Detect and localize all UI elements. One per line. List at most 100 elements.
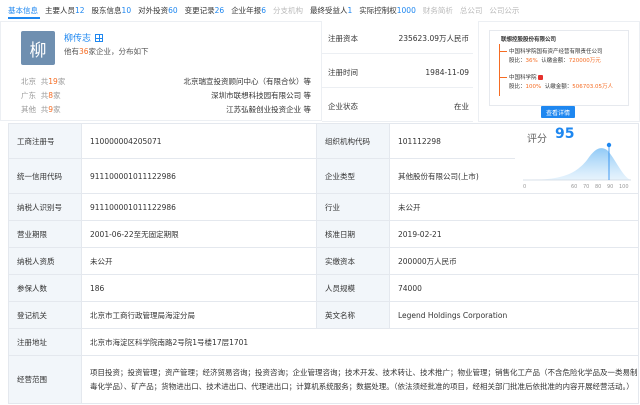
field-label: 企业类型 — [316, 158, 390, 194]
score-panel: 评分 95 0 60 70 80 90 100 — [515, 124, 638, 191]
region-name: 北京 — [21, 77, 36, 86]
region-other-company[interactable]: 江苏弘毅创业投资企业 等 — [226, 104, 311, 115]
tab-5[interactable]: 企业年报6 — [231, 5, 266, 16]
field-value: 200000万人民币 — [389, 247, 639, 275]
region-beijing-company[interactable]: 北京瑞宣投资顾问中心（有限合伙）等 — [184, 76, 312, 87]
tab-7[interactable]: 最终受益人1 — [310, 5, 352, 16]
field-label: 经营范围 — [8, 355, 82, 404]
field-value: 未公开 — [81, 247, 317, 275]
field-value: 110000004205071 — [81, 123, 317, 159]
field-label: 统一信用代码 — [8, 158, 82, 194]
distribution-area — [523, 148, 631, 180]
table-row: 注册地址 北京市海淀区科学院南路2号院1号楼17层1701 — [8, 328, 639, 356]
tick-label: 60 — [571, 184, 577, 190]
share-label: 股比： — [509, 58, 526, 64]
tick-label: 0 — [523, 184, 526, 190]
field-label: 行业 — [316, 193, 390, 221]
tab-count[interactable]: 6 — [261, 6, 266, 15]
relation-root[interactable]: 联想控股股份有限公司 — [501, 35, 556, 43]
field-value: 911100001011122986 — [81, 193, 317, 221]
expand-icon[interactable] — [95, 34, 104, 42]
person-summary-suffix: 家企业，分布如下 — [88, 47, 149, 56]
tab-count[interactable]: 26 — [215, 6, 225, 15]
relation-graph: 联想控股股份有限公司 中国科学院国有资产经营有限责任公司 股比：36% 认缴金额… — [478, 21, 640, 122]
tab-count[interactable]: 12 — [75, 6, 85, 15]
table-row: 纳税人资质 未公开 实缴资本 200000万人民币 — [8, 247, 639, 275]
tab-label[interactable]: 公司公示 — [489, 6, 519, 15]
tab-label[interactable]: 分支机构 — [273, 6, 303, 15]
tab-8[interactable]: 实际控制权1000 — [359, 5, 416, 16]
active-tab-indicator — [8, 17, 40, 19]
tab-3[interactable]: 对外投资60 — [138, 5, 178, 16]
cap-value: 506703.05万人 — [572, 84, 614, 90]
person-summary-prefix: 他有 — [64, 47, 79, 56]
table-row: 经营范围 项目投资；投资管理；资产管理；经济贸易咨询；投资咨询；企业管理咨询；技术… — [8, 355, 639, 404]
field-value: 项目投资；投资管理；资产管理；经济贸易咨询；投资咨询；企业管理咨询；技术开发、技… — [81, 355, 639, 404]
tab-6[interactable]: 分支机构 — [273, 5, 303, 16]
tab-label[interactable]: 基本信息 — [8, 6, 38, 15]
person-name[interactable]: 柳传志 — [64, 34, 91, 44]
tab-label[interactable]: 总公司 — [460, 6, 483, 15]
person-summary: 他有36家企业，分布如下 — [64, 46, 149, 57]
table-row: 登记机关 北京市工商行政管理局海淀分局 英文名称 Legend Holdings Co… — [8, 301, 639, 329]
tab-4[interactable]: 变更记录26 — [185, 5, 225, 16]
tick-label: 100 — [619, 184, 629, 190]
tab-label[interactable]: 最终受益人 — [310, 6, 348, 15]
tab-11[interactable]: 公司公示 — [489, 5, 519, 16]
region-name: 广东 — [21, 91, 36, 100]
tab-count[interactable]: 1 — [347, 6, 352, 15]
field-value: Legend Holdings Corporation — [389, 301, 639, 329]
tab-label[interactable]: 财务简析 — [423, 6, 453, 15]
tab-label[interactable]: 实际控制权 — [359, 6, 397, 15]
tab-label[interactable]: 企业年报 — [231, 6, 261, 15]
region-name: 其他 — [21, 105, 36, 114]
field-label: 工商注册号 — [8, 123, 82, 159]
field-label: 纳税人资质 — [8, 247, 82, 275]
tab-10[interactable]: 总公司 — [460, 5, 483, 16]
cap-value: 720000万元 — [568, 58, 601, 64]
field-value: 74000 — [389, 274, 639, 302]
region-beijing: 北京 共19家 — [21, 76, 65, 87]
region-suffix: 家 — [53, 91, 61, 100]
field-label: 登记机关 — [8, 301, 82, 329]
field-label: 核准日期 — [316, 220, 390, 248]
summary-value-capital: 235623.09万人民币 — [395, 24, 473, 54]
relation-child2-name[interactable]: 中国科学院 — [509, 75, 537, 81]
tab-label[interactable]: 对外投资 — [138, 6, 168, 15]
avatar[interactable]: 柳 — [21, 31, 55, 65]
field-label: 实缴资本 — [316, 247, 390, 275]
tab-label[interactable]: 股东信息 — [92, 6, 122, 15]
region-suffix: 家 — [57, 77, 66, 86]
field-value: 2001-06-22至无固定期限 — [81, 220, 317, 248]
share-value: 36% — [525, 58, 538, 64]
view-details-button[interactable]: 查看详情 — [541, 106, 575, 118]
tick-label: 70 — [583, 184, 589, 190]
tab-9[interactable]: 财务简析 — [423, 5, 453, 16]
relation-child1[interactable]: 中国科学院国有资产经营有限责任公司 — [509, 47, 603, 55]
field-value: 未公开 — [389, 193, 639, 221]
tab-0[interactable]: 基本信息 — [8, 5, 38, 16]
table-row: 纳税人识别号 911100001011122986 行业 未公开 — [8, 193, 639, 221]
field-label: 营业期限 — [8, 220, 82, 248]
tab-count[interactable]: 10 — [122, 6, 132, 15]
tab-bar: 基本信息 主要人员12 股东信息10 对外投资60 变更记录26 企业年报6 分支机构 最终受… — [0, 0, 640, 20]
field-label: 组织机构代码 — [316, 123, 390, 159]
region-guangdong-company[interactable]: 深圳市联想科技园有限公司 等 — [211, 90, 311, 101]
tab-count[interactable]: 1000 — [397, 6, 416, 15]
tab-2[interactable]: 股东信息10 — [92, 5, 132, 16]
tab-label[interactable]: 变更记录 — [185, 6, 215, 15]
relation-line — [499, 77, 507, 78]
tab-1[interactable]: 主要人员12 — [45, 5, 85, 16]
relation-child2[interactable]: 中国科学院 — [509, 73, 544, 81]
tab-label[interactable]: 主要人员 — [45, 6, 75, 15]
field-value: 北京市海淀区科学院南路2号院1号楼17层1701 — [81, 328, 639, 356]
tab-count[interactable]: 60 — [168, 6, 178, 15]
relation-line — [499, 51, 507, 52]
score-marker-dot — [606, 142, 612, 148]
person-name-link[interactable]: 柳传志 — [64, 31, 104, 44]
cap-label: 认缴金额： — [541, 58, 569, 64]
field-label: 英文名称 — [316, 301, 390, 329]
relation-child1-share: 股比：36% 认缴金额：720000万元 — [509, 56, 601, 64]
field-value: 北京市工商行政管理局海淀分局 — [81, 301, 317, 329]
tick-label: 90 — [607, 184, 613, 190]
